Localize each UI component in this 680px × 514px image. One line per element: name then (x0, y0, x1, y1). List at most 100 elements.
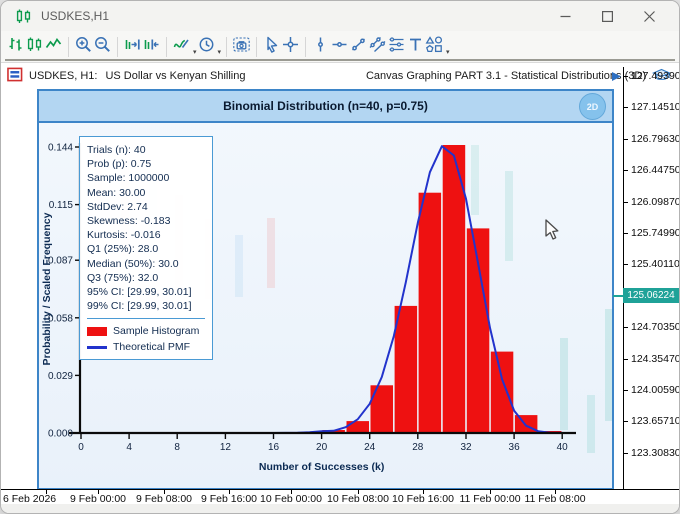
desktop: USDKES,H1 ▾ ▾ ▾ USDKES, H1: US Dollar vs K… (0, 0, 680, 514)
toolbar: ▾ ▾ ▾ (1, 31, 679, 63)
stats-line: Q3 (75%): 32.0 (87, 271, 159, 284)
x-tick-label: 4 (126, 442, 132, 453)
legend-label: Theoretical PMF (113, 341, 191, 354)
price-tick (623, 76, 628, 77)
price-scale-arrow-icon (612, 72, 621, 81)
stats-line: Prob (p): 0.75 (87, 158, 152, 171)
histogram-bar (418, 192, 442, 433)
x-tick-label: 24 (364, 442, 376, 453)
y-tick-label: 0.115 (49, 200, 74, 211)
chart-list-icon (7, 67, 23, 82)
x-tick-label: 32 (460, 442, 472, 453)
line-chart-button[interactable] (44, 35, 63, 59)
x-axis-title: Number of Successes (k) (259, 461, 384, 473)
shift-end-of-chart-icon (125, 39, 140, 49)
timeframes-clock-button[interactable]: ▾ (197, 35, 222, 59)
price-label: 123.30830 (631, 446, 680, 459)
zoom-out-icon (95, 36, 110, 52)
price-tick (623, 170, 628, 172)
horizontal-line-button[interactable] (330, 35, 349, 59)
stats-line: Skewness: -0.183 (87, 215, 171, 228)
toolbar-separator (68, 36, 69, 57)
toolbar-separator (166, 36, 167, 57)
chart-area[interactable]: USDKES, H1: US Dollar vs Kenyan Shilling… (1, 63, 680, 505)
shift-end-of-chart-button[interactable] (123, 35, 142, 59)
crosshair-button[interactable] (281, 35, 300, 59)
bar-chart-icon (9, 37, 22, 50)
x-tick-label: 28 (412, 442, 424, 453)
x-tick-label: 40 (557, 442, 569, 453)
price-axis-line (623, 67, 624, 489)
candlestick-chart-icon (27, 37, 42, 51)
x-tick-label: 8 (174, 442, 180, 453)
price-tick (623, 452, 628, 454)
minimize-button[interactable] (551, 6, 579, 26)
candlestick-chart-button[interactable] (25, 35, 44, 59)
stats-box: Trials (n): 40 Prob (p): 0.75 Sample: 1000… (79, 136, 213, 361)
zoom-in-button[interactable] (74, 35, 93, 59)
legend-label: Sample Histogram (113, 325, 200, 338)
x-tick-label: 12 (220, 442, 232, 453)
trendline-button[interactable] (349, 35, 368, 59)
text-label-button[interactable] (406, 35, 425, 59)
stats-line: 99% CI: [29.99, 30.01] (87, 300, 192, 313)
chart-list-icon[interactable] (7, 67, 23, 85)
price-tick (623, 358, 628, 360)
close-icon (643, 10, 655, 22)
window-title: USDKES,H1 (41, 9, 110, 23)
vertical-line-button[interactable] (311, 35, 330, 59)
y-tick-label: 0.144 (48, 143, 73, 154)
channel-icon (369, 36, 386, 52)
legend-row: Sample Histogram (87, 323, 205, 339)
fibonacci-lines-button[interactable] (387, 35, 406, 59)
y-axis-title: Probability / Scaled Frequency (41, 212, 53, 365)
stats-line: Trials (n): 40 (87, 144, 146, 156)
indicators-icon (173, 39, 189, 48)
cursor-button[interactable] (262, 35, 281, 59)
channel-button[interactable] (368, 35, 387, 59)
bar-chart-button[interactable] (6, 35, 25, 59)
price-label: 124.35470 (631, 352, 680, 365)
screenshot-camera-icon (233, 36, 250, 52)
horizontal-line-icon (332, 41, 347, 47)
price-label: 126.09870 (631, 195, 680, 208)
legend-swatch-line (87, 345, 107, 349)
toolbar-separator (305, 36, 307, 57)
time-axis-line (1, 489, 679, 490)
price-tick (623, 421, 628, 423)
toolbar-separator (256, 36, 258, 57)
mode-2d-button[interactable]: 2D (579, 93, 606, 120)
price-label: 123.65710 (631, 415, 680, 428)
price-label: 127.49390 (631, 70, 680, 82)
price-tick (623, 138, 628, 140)
bid-price-line (613, 294, 623, 297)
stats-line: 95% CI: [29.99, 30.01] (87, 286, 192, 299)
price-label: 124.00590 (631, 384, 680, 396)
trendline-icon (352, 37, 366, 51)
indicators-button[interactable]: ▾ (172, 35, 197, 59)
chevron-down-icon: ▾ (446, 48, 450, 56)
candlestick-chart-icon (16, 9, 30, 23)
geometric-shapes-button[interactable]: ▾ (425, 35, 450, 59)
price-tick (623, 390, 628, 391)
legend-swatch-box (87, 326, 107, 336)
chart-header: USDKES, H1: US Dollar vs Kenyan Shilling… (7, 67, 671, 85)
screenshot-camera-button[interactable] (232, 35, 251, 59)
application-window: USDKES,H1 ▾ ▾ ▾ USDKES, H1: US Dollar vs K… (0, 0, 680, 514)
price-tick (623, 107, 628, 109)
window-controls (551, 6, 671, 26)
window-titlebar[interactable]: USDKES,H1 (1, 1, 679, 31)
close-button[interactable] (635, 6, 663, 26)
price-tick (623, 201, 628, 203)
text-label-icon (410, 38, 422, 50)
auto-scroll-button[interactable] (142, 35, 161, 59)
zoom-out-button[interactable] (93, 35, 112, 59)
price-tick (623, 327, 628, 329)
program-title-label: Canvas Graphing PART 3.1 - Statistical D… (365, 70, 646, 82)
line-chart-icon (45, 37, 62, 48)
maximize-button[interactable] (593, 6, 621, 26)
stats-line: Sample: 1000000 (87, 172, 170, 185)
histogram-bar (490, 351, 514, 433)
chevron-down-icon: ▾ (217, 48, 222, 56)
panel-header[interactable]: Binomial Distribution (n=40, p=0.75) 2D (39, 91, 612, 123)
